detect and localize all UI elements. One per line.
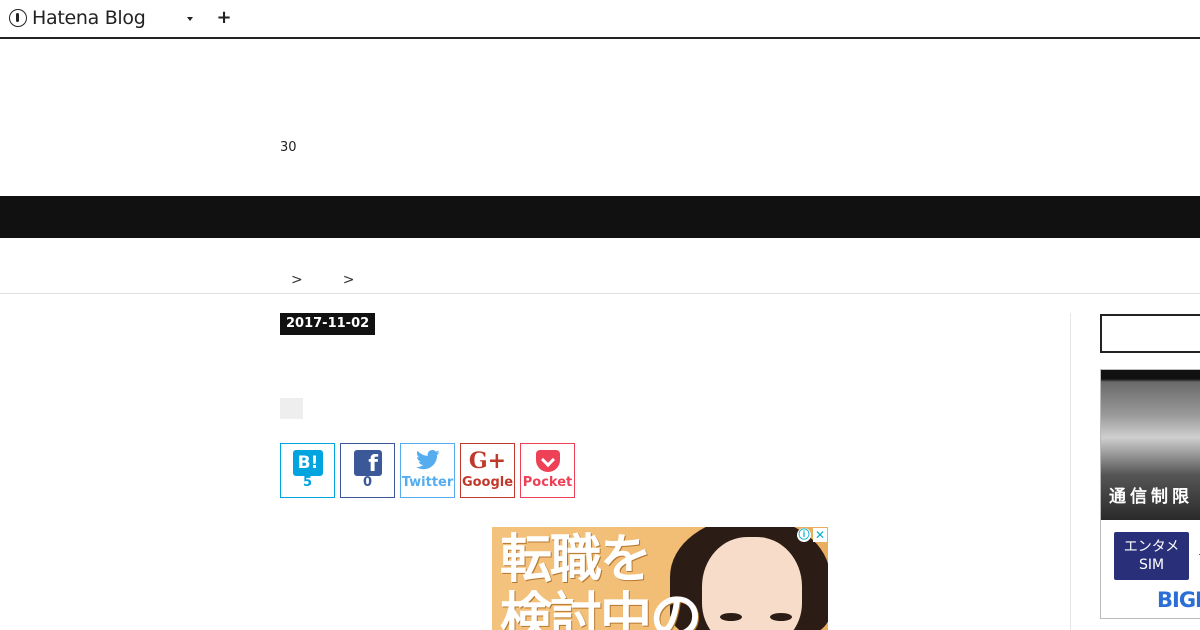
- ad-close-icon[interactable]: ✕: [813, 528, 827, 542]
- sidebar-divider: [1070, 313, 1071, 630]
- plus-icon[interactable]: +: [214, 7, 234, 29]
- sidebar-ad-button-line1: エンタメ: [1123, 539, 1180, 555]
- google-label: Google: [461, 475, 514, 490]
- hatena-bookmark-button[interactable]: B! 5: [280, 443, 335, 498]
- advertisement-banner[interactable]: 転職を 検討中の ⓘ ✕: [492, 527, 828, 630]
- breadcrumb-home-link[interactable]: [280, 273, 283, 287]
- caret-down-icon[interactable]: [183, 12, 197, 26]
- google-plus-icon: G+: [468, 448, 507, 474]
- hatena-bookmark-count: 5: [302, 475, 313, 490]
- breadcrumb-separator: >: [291, 272, 303, 288]
- logo-text: Hatena Blog: [32, 7, 146, 29]
- facebook-share-count: 0: [362, 475, 373, 490]
- breadcrumb: > >: [280, 272, 354, 288]
- blog-description: 30: [280, 140, 297, 155]
- sidebar-ad-button-line2: SIM: [1138, 557, 1165, 573]
- breadcrumb-category-link[interactable]: [315, 273, 335, 287]
- pocket-label: Pocket: [522, 475, 573, 490]
- google-share-button[interactable]: G+ Google: [460, 443, 515, 498]
- facebook-icon: f: [354, 450, 382, 477]
- hatena-blog-logo[interactable]: Hatena Blog: [9, 6, 146, 30]
- blog-header: [0, 39, 1200, 196]
- pocket-icon: [536, 450, 560, 472]
- sidebar-ad-brand: BIGL: [1157, 588, 1200, 612]
- sidebar-ad-button[interactable]: エンタメ SIM: [1114, 532, 1189, 580]
- header-divider: [0, 293, 1200, 294]
- global-nav-bar: [0, 196, 1200, 238]
- hatena-bookmark-icon: B!: [293, 450, 323, 476]
- twitter-share-button[interactable]: Twitter: [400, 443, 455, 498]
- breadcrumb-separator: >: [342, 272, 355, 288]
- sidebar-advertisement[interactable]: 通信制限 エンタメ SIM BIGL: [1100, 369, 1200, 619]
- entry-image-placeholder: [280, 398, 303, 419]
- ad-model-eye: [770, 613, 792, 621]
- ad-model-eye: [720, 613, 742, 621]
- sidebar-ad-caption: 通信制限: [1109, 487, 1193, 507]
- share-buttons: B! 5 f 0 Twitter G+ Google Pocket: [280, 443, 580, 498]
- ad-headline: 転職を 検討中の: [500, 530, 702, 630]
- ad-headline-line2: 検討中の: [500, 588, 702, 630]
- pocket-share-button[interactable]: Pocket: [520, 443, 575, 498]
- hatena-global-header: Hatena Blog +: [0, 0, 1200, 39]
- sidebar-search-input[interactable]: [1100, 314, 1200, 353]
- facebook-share-button[interactable]: f 0: [340, 443, 395, 498]
- ad-headline-line1: 転職を: [500, 530, 652, 590]
- ad-info-icon[interactable]: ⓘ: [797, 528, 811, 542]
- twitter-icon: [416, 450, 440, 470]
- hatena-logo-icon: [9, 9, 27, 27]
- sidebar-ad-photo: 通信制限: [1101, 370, 1200, 520]
- twitter-label: Twitter: [401, 475, 454, 490]
- entry-date[interactable]: 2017-11-02: [280, 313, 376, 335]
